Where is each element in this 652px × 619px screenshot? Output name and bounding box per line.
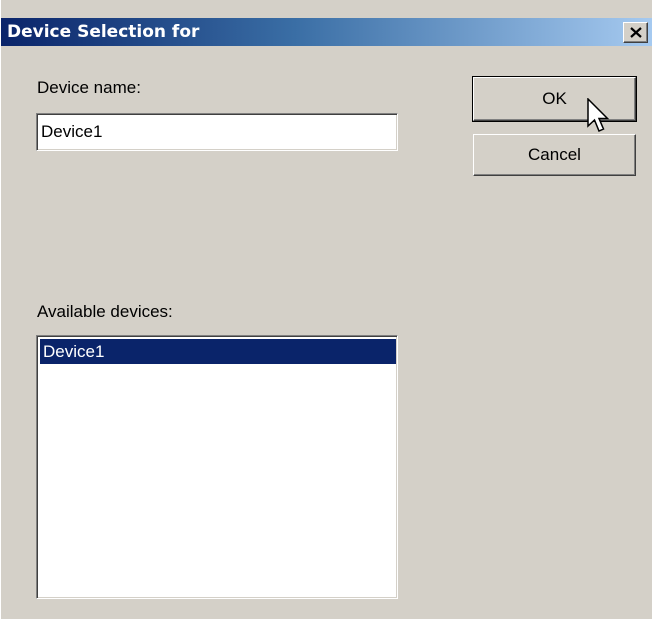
device-selection-dialog: Device Selection for Device name: Device… [0, 0, 652, 619]
device-name-value: Device1 [41, 122, 103, 141]
ok-button[interactable]: OK [472, 76, 637, 122]
cancel-button[interactable]: Cancel [473, 134, 636, 176]
available-devices-list[interactable]: Device1 [36, 335, 398, 599]
close-button[interactable] [623, 22, 648, 43]
list-item[interactable]: Device1 [40, 339, 396, 364]
window-title: Device Selection for [7, 22, 200, 42]
title-bar[interactable]: Device Selection for [1, 18, 652, 46]
device-name-label: Device name: [37, 78, 141, 97]
device-name-field[interactable]: Device1 [36, 113, 398, 151]
available-devices-label: Available devices: [37, 302, 173, 321]
list-item-label: Device1 [43, 342, 105, 361]
close-icon [630, 27, 642, 38]
